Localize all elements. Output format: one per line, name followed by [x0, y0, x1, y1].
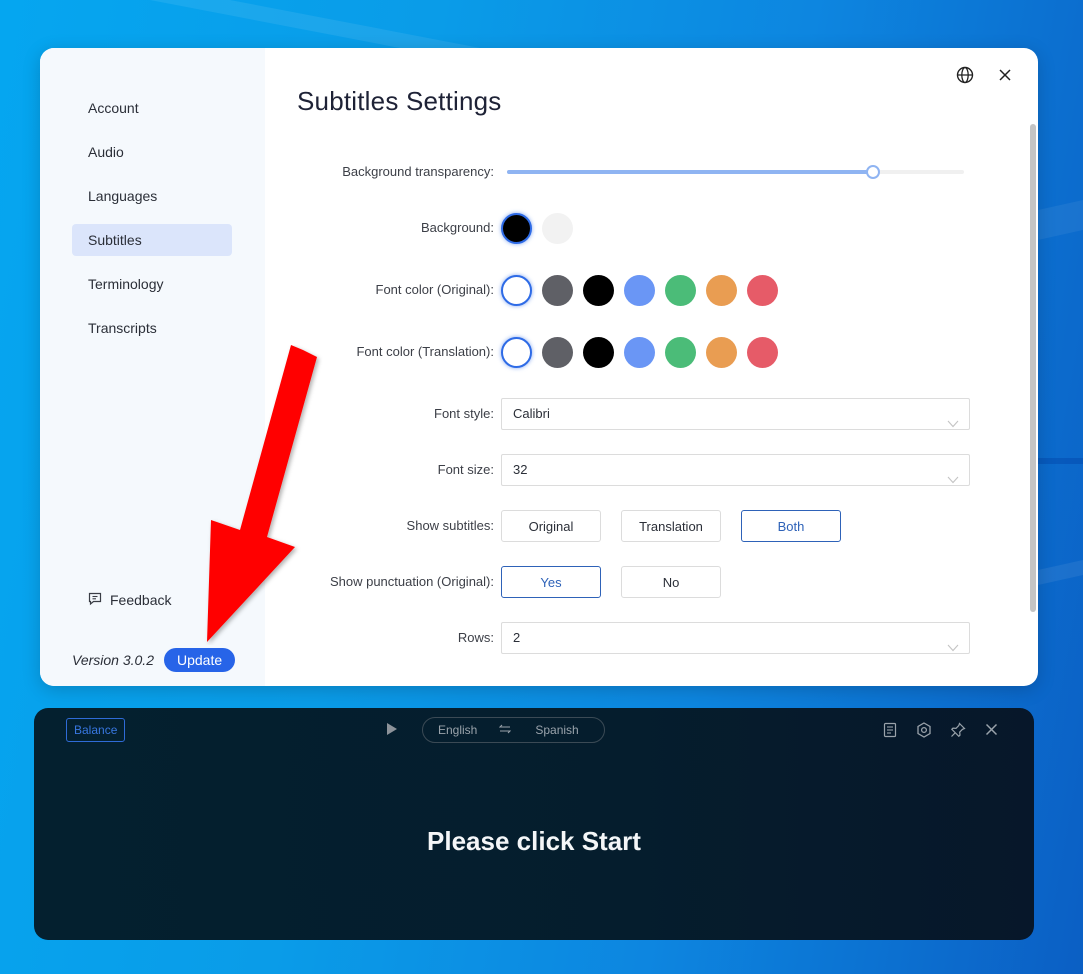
- font-style-label: Font style:: [434, 406, 494, 421]
- close-icon[interactable]: [996, 66, 1014, 84]
- font-color-translation-swatch[interactable]: [624, 336, 655, 368]
- font-color-original-swatch[interactable]: [665, 274, 696, 306]
- font-color-translation-swatch[interactable]: [665, 336, 696, 368]
- slider-handle[interactable]: [865, 165, 880, 179]
- chevron-down-icon: [947, 465, 959, 495]
- feedback-link[interactable]: Feedback: [88, 588, 171, 612]
- transparency-slider[interactable]: [501, 156, 971, 188]
- rows-value: 2: [513, 630, 521, 645]
- version-label: Version 3.0.2: [72, 652, 154, 668]
- font-size-select[interactable]: 32: [501, 454, 970, 486]
- row-rows: Rows: 2: [270, 622, 970, 654]
- font-color-original-swatch[interactable]: [747, 274, 778, 306]
- row-show-punctuation: Show punctuation (Original): Yes No: [270, 566, 970, 598]
- slider-fill: [507, 170, 873, 174]
- show-subtitles-translation-button[interactable]: Translation: [621, 510, 721, 542]
- settings-window: Account Audio Languages Subtitles Terminolog…: [40, 48, 1038, 686]
- chevron-down-icon: [947, 633, 959, 663]
- font-color-translation-label: Font color (Translation):: [356, 344, 494, 359]
- language-globe-icon[interactable]: [956, 66, 974, 84]
- row-font-style: Font style: Calibri: [270, 398, 970, 430]
- settings-scrollbar[interactable]: [1030, 124, 1036, 612]
- show-subtitles-original-button[interactable]: Original: [501, 510, 601, 542]
- show-punctuation-label: Show punctuation (Original):: [329, 574, 494, 589]
- rows-select[interactable]: 2: [501, 622, 970, 654]
- page-title: Subtitles Settings: [297, 86, 502, 116]
- sidebar-item-languages[interactable]: Languages: [72, 180, 232, 212]
- show-punctuation-options: Yes No: [501, 566, 721, 598]
- chevron-down-icon: [947, 409, 959, 439]
- font-color-translation-swatch[interactable]: [706, 336, 737, 368]
- sidebar-item-audio[interactable]: Audio: [72, 136, 232, 168]
- sidebar-item-terminology[interactable]: Terminology: [72, 268, 232, 300]
- play-icon[interactable]: [386, 722, 398, 741]
- rows-label: Rows:: [457, 630, 494, 645]
- row-background: Background:: [270, 212, 970, 244]
- font-color-original-swatch[interactable]: [583, 274, 614, 306]
- row-show-subtitles: Show subtitles: Original Translation Both: [270, 510, 970, 542]
- version-row: Version 3.0.2 Update: [72, 648, 236, 672]
- font-color-translation-swatch[interactable]: [583, 336, 614, 368]
- background-color-swatch[interactable]: [501, 212, 532, 244]
- font-color-translation-swatch[interactable]: [501, 336, 532, 368]
- font-size-label: Font size:: [437, 462, 494, 477]
- settings-sidebar: Account Audio Languages Subtitles Terminolog…: [40, 48, 265, 686]
- show-subtitles-options: Original Translation Both: [501, 510, 841, 542]
- balance-button[interactable]: Balance: [66, 718, 126, 742]
- font-color-original-swatch[interactable]: [624, 274, 655, 306]
- swap-languages-icon[interactable]: [499, 723, 512, 737]
- background-color-picker: [501, 212, 573, 244]
- background-transparency-label: Background transparency:: [342, 164, 494, 179]
- font-color-original-swatch[interactable]: [706, 274, 737, 306]
- sidebar-item-transcripts[interactable]: Transcripts: [72, 312, 232, 344]
- subtitle-bar-controls: [881, 721, 1000, 738]
- sidebar-item-account[interactable]: Account: [72, 92, 232, 124]
- font-style-value: Calibri: [513, 406, 550, 421]
- font-color-translation-picker: [501, 336, 778, 368]
- show-punctuation-yes-button[interactable]: Yes: [501, 566, 601, 598]
- font-color-original-picker: [501, 274, 778, 306]
- feedback-icon: [88, 592, 102, 609]
- slider-track[interactable]: [507, 165, 964, 179]
- window-controls: [956, 66, 1014, 84]
- row-background-transparency: Background transparency:: [270, 156, 970, 188]
- settings-gear-icon[interactable]: [915, 721, 932, 738]
- close-icon[interactable]: [983, 721, 1000, 738]
- subtitle-bar-window: Balance English Spanish Please click Sta…: [34, 708, 1034, 940]
- pin-icon[interactable]: [949, 721, 966, 738]
- font-color-translation-swatch[interactable]: [542, 336, 573, 368]
- sidebar-item-subtitles[interactable]: Subtitles: [72, 224, 232, 256]
- subtitle-message: Please click Start: [427, 826, 641, 856]
- update-button[interactable]: Update: [163, 648, 236, 672]
- transcript-icon[interactable]: [881, 721, 898, 738]
- font-size-value: 32: [513, 462, 528, 477]
- background-label: Background:: [420, 220, 494, 235]
- language-selector: English Spanish: [422, 717, 605, 743]
- row-font-size: Font size: 32: [270, 454, 970, 486]
- target-language[interactable]: Spanish: [535, 723, 578, 737]
- row-font-color-original: Font color (Original):: [270, 274, 970, 306]
- source-language[interactable]: English: [438, 723, 477, 737]
- background-color-swatch[interactable]: [542, 212, 573, 244]
- font-color-translation-swatch[interactable]: [747, 336, 778, 368]
- font-color-original-swatch[interactable]: [501, 274, 532, 306]
- font-color-original-label: Font color (Original):: [375, 282, 495, 297]
- font-color-original-swatch[interactable]: [542, 274, 573, 306]
- show-punctuation-no-button[interactable]: No: [621, 566, 721, 598]
- font-style-select[interactable]: Calibri: [501, 398, 970, 430]
- feedback-label: Feedback: [110, 592, 172, 608]
- row-font-color-translation: Font color (Translation):: [270, 336, 970, 368]
- show-subtitles-both-button[interactable]: Both: [741, 510, 841, 542]
- show-subtitles-label: Show subtitles:: [406, 518, 494, 533]
